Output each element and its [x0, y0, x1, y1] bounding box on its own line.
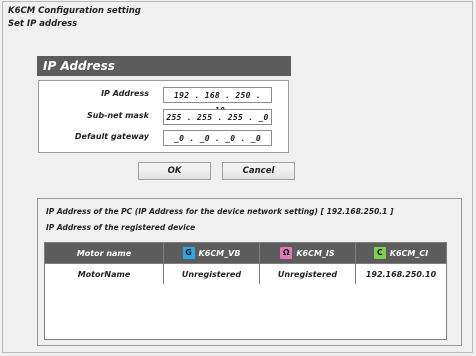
device-table: Motor name G K6CM_VB Ω K6CM_IS C K6CM_CI…	[44, 242, 447, 285]
ip-address-label: IP Address	[101, 89, 149, 98]
insulation-sensor-icon: Ω	[280, 247, 293, 259]
current-sensor-icon: C	[373, 247, 386, 259]
window-title: K6CM Configuration setting	[8, 6, 141, 16]
column-header-k6cm-is: Ω K6CM_IS	[259, 242, 356, 264]
section-subtitle: Set IP address	[8, 19, 78, 29]
table-row[interactable]: MotorName Unregistered Unregistered 192.…	[44, 263, 447, 285]
column-header-motor-name: Motor name	[44, 242, 164, 264]
default-gateway-field[interactable]: _0 . _0 . _0 . _0	[163, 130, 272, 146]
subnet-mask-field[interactable]: 255 . 255 . 255 . _0	[163, 109, 272, 125]
k6cm-is-cell: Unregistered	[259, 263, 356, 285]
vibration-sensor-icon: G	[182, 247, 195, 259]
registered-device-group: IP Address of the PC (IP Address for the…	[37, 198, 462, 346]
k6cm-ci-cell: 192.168.250.10	[355, 263, 447, 285]
motor-name-cell: MotorName	[44, 263, 164, 285]
subnet-mask-label: Sub-net mask	[86, 111, 149, 120]
ip-address-header: IP Address	[37, 56, 291, 76]
column-label: Motor name	[76, 248, 132, 258]
config-window: K6CM Configuration setting Set IP addres…	[2, 1, 473, 353]
table-header-row: Motor name G K6CM_VB Ω K6CM_IS C K6CM_CI	[44, 242, 447, 264]
column-label: K6CM_VB	[198, 248, 241, 258]
pc-ip-address-text: IP Address of the PC (IP Address for the…	[46, 207, 394, 216]
default-gateway-label: Default gateway	[74, 132, 149, 141]
k6cm-vb-cell: Unregistered	[163, 263, 260, 285]
cancel-button[interactable]: Cancel	[222, 162, 295, 180]
ok-button[interactable]: OK	[138, 162, 211, 180]
column-label: K6CM_CI	[389, 248, 429, 258]
table-empty-area	[44, 284, 447, 340]
registered-device-heading: IP Address of the registered device	[46, 223, 196, 232]
column-header-k6cm-ci: C K6CM_CI	[355, 242, 447, 264]
ip-address-field[interactable]: 192 . 168 . 250 . _10	[163, 87, 272, 115]
column-label: K6CM_IS	[296, 248, 335, 258]
column-header-k6cm-vb: G K6CM_VB	[163, 242, 260, 264]
